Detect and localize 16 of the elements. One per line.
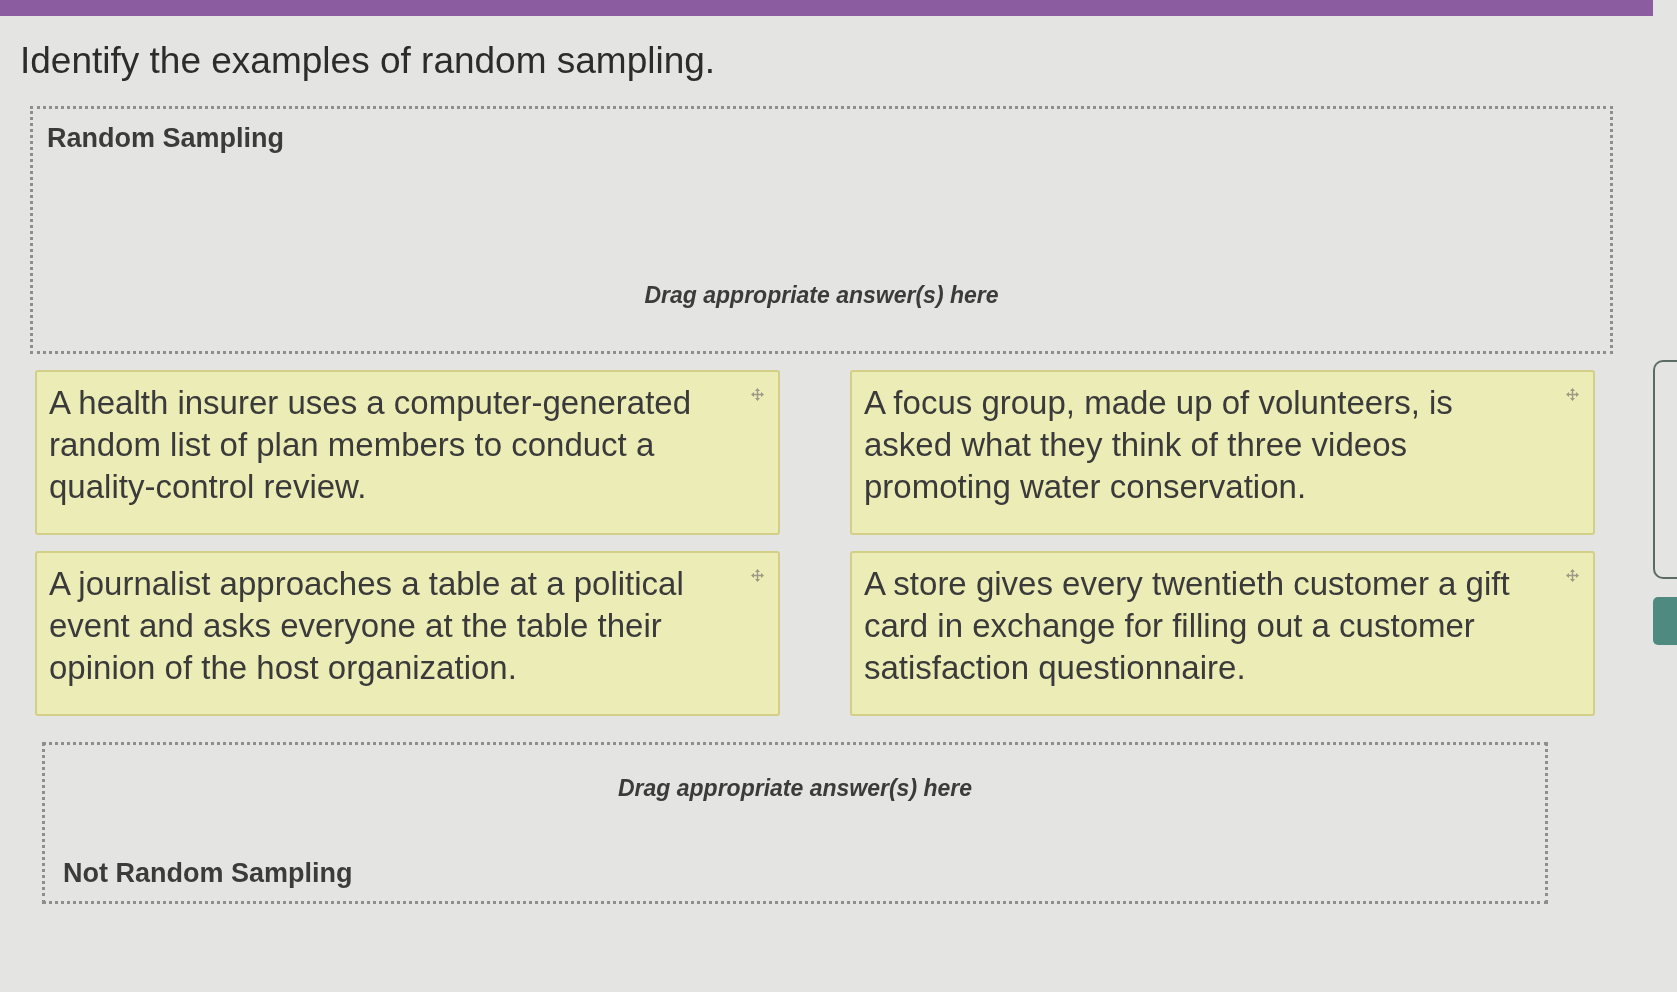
move-icon: [751, 388, 764, 401]
answer-card[interactable]: A journalist approaches a table at a political event and asks everyone at the table their opinion of the host organization.: [35, 551, 780, 716]
move-icon: [1566, 388, 1579, 401]
drop-zone[interactable]: Random Sampling Drag appropriate answer(s) here: [30, 106, 1613, 354]
answer-card[interactable]: A focus group, made up of volunteers, is asked what they think of three videos promoting water conservation.: [850, 370, 1595, 535]
side-button[interactable]: [1653, 597, 1677, 645]
answer-card[interactable]: A health insurer uses a computer-generated random list of plan members to conduct a quality-control review.: [35, 370, 780, 535]
move-icon: [1566, 569, 1579, 582]
zone-label: Not Random Sampling: [63, 858, 353, 889]
zone-label: Random Sampling: [47, 123, 284, 154]
question-title: Identify the examples of random sampling.: [20, 40, 716, 82]
drop-hint: Drag appropriate answer(s) here: [644, 282, 999, 309]
drop-hint: Drag appropriate answer(s) here: [617, 775, 973, 802]
move-icon: [751, 569, 764, 582]
answer-card[interactable]: A store gives every twentieth customer a gift card in exchange for filling out a customer satisfaction questionnaire.: [850, 551, 1595, 716]
drop-zone[interactable]: Drag appropriate answer(s) here Not Random Sampling: [42, 742, 1548, 904]
